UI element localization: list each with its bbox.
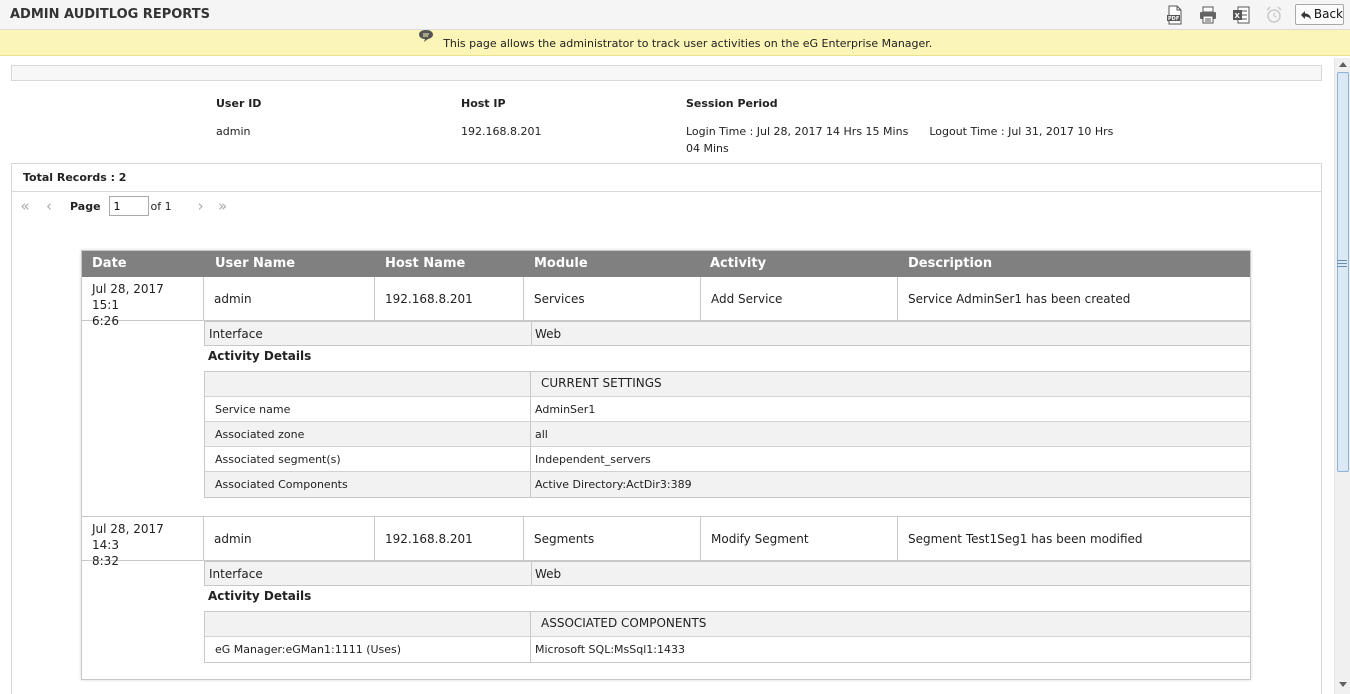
user-id-label: User ID	[216, 97, 262, 110]
svg-text:X: X	[1235, 12, 1241, 20]
table-row[interactable]: Jul 28, 2017 14:3 8:32 admin 192.168.8.20…	[82, 517, 1250, 568]
session-period-label: Session Period	[686, 97, 778, 110]
info-banner: This page allows the administrator to tr…	[0, 30, 1350, 56]
host-ip-column: Host IP 192.168.8.201	[461, 97, 541, 140]
audit-table: Date User Name Host Name Module Activity…	[81, 250, 1251, 680]
components-table: ASSOCIATED COMPONENTS eG Manager:eGMan1:…	[204, 611, 1250, 663]
row-user: admin	[204, 517, 375, 560]
row-activity: Modify Segment	[701, 517, 898, 560]
column-description: Description	[908, 256, 993, 271]
excel-icon[interactable]: X	[1231, 5, 1251, 25]
page-count: of 1	[150, 199, 172, 213]
components-header: ASSOCIATED COMPONENTS	[541, 616, 707, 630]
svg-text:PDF: PDF	[1168, 16, 1179, 22]
back-button-label: Back	[1313, 7, 1343, 21]
row-date: Jul 28, 2017 15:1 6:26	[82, 277, 204, 328]
activity-details-label: Activity Details	[208, 589, 312, 603]
next-page-icon[interactable]: ›	[194, 197, 208, 215]
row-module: Services	[524, 277, 701, 320]
pdf-icon[interactable]: PDF	[1165, 5, 1185, 25]
interface-row: Interface Web	[204, 321, 1250, 346]
interface-value: Web	[535, 567, 562, 581]
components-row: eG Manager:eGMan1:1111 (Uses) Microsoft …	[205, 637, 1250, 662]
row-user: admin	[204, 277, 375, 320]
column-user-name: User Name	[215, 256, 296, 271]
page-number-input[interactable]	[108, 196, 149, 216]
page-title: ADMIN AUDITLOG REPORTS	[10, 7, 210, 22]
settings-row: Associated zone all	[205, 422, 1250, 447]
row-activity: Add Service	[701, 277, 898, 320]
speech-bubble-icon	[418, 26, 434, 54]
pagination: « ‹ Page of 1 › »	[18, 195, 238, 217]
page-label: Page	[70, 199, 101, 213]
settings-header: CURRENT SETTINGS	[541, 376, 662, 390]
logout-time: Logout Time : Jul 31, 2017 10 Hrs	[929, 125, 1114, 138]
column-host-name: Host Name	[385, 256, 466, 271]
scroll-grip-icon	[1337, 260, 1347, 269]
settings-row: Associated segment(s) Independent_server…	[205, 447, 1250, 472]
user-id-column: User ID admin	[216, 97, 261, 140]
column-date: Date	[92, 256, 127, 271]
interface-row: Interface Web	[204, 561, 1250, 586]
column-module: Module	[534, 256, 588, 271]
host-ip-label: Host IP	[461, 97, 506, 110]
interface-label: Interface	[209, 567, 263, 581]
row-description: Service AdminSer1 has been created	[908, 291, 1131, 306]
last-page-icon[interactable]: »	[216, 197, 230, 215]
column-activity: Activity	[710, 256, 767, 271]
row-date: Jul 28, 2017 14:3 8:32	[82, 517, 204, 568]
filter-box	[11, 65, 1322, 81]
row-description: Segment Test1Seg1 has been modified	[908, 531, 1143, 546]
session-period-continued: 04 Mins	[686, 142, 729, 155]
first-page-icon[interactable]: «	[18, 197, 32, 215]
title-bar: ADMIN AUDITLOG REPORTS PDF X Back	[0, 0, 1350, 30]
scroll-up-arrow-icon[interactable]	[1339, 62, 1347, 67]
session-period-column: Session Period Login Time : Jul 28, 2017…	[686, 97, 1146, 157]
row-host: 192.168.8.201	[375, 517, 524, 560]
user-id-value: admin	[216, 125, 251, 138]
table-row[interactable]: Jul 28, 2017 15:1 6:26 admin 192.168.8.20…	[82, 277, 1250, 328]
table-header: Date User Name Host Name Module Activity…	[82, 251, 1250, 277]
host-ip-value: 192.168.8.201	[461, 125, 542, 138]
settings-row: Associated Components Active Directory:A…	[205, 472, 1250, 497]
activity-details-label: Activity Details	[208, 349, 312, 363]
row-module: Segments	[524, 517, 701, 560]
components-header-row: ASSOCIATED COMPONENTS	[205, 612, 1250, 637]
settings-table: CURRENT SETTINGS Service name AdminSer1 …	[204, 371, 1250, 498]
login-time: Login Time : Jul 28, 2017 14 Hrs 15 Mins	[686, 125, 909, 138]
scroll-thumb[interactable]	[1337, 72, 1349, 472]
prev-page-icon[interactable]: ‹	[42, 197, 56, 215]
banner-text: This page allows the administrator to tr…	[443, 37, 933, 50]
interface-value: Web	[535, 327, 562, 341]
interface-label: Interface	[209, 327, 263, 341]
row-host: 192.168.8.201	[375, 277, 524, 320]
settings-row: Service name AdminSer1	[205, 397, 1250, 422]
alarm-clock-icon	[1264, 5, 1284, 25]
back-button[interactable]: Back	[1295, 4, 1344, 25]
scroll-down-arrow-icon[interactable]	[1339, 682, 1347, 687]
settings-header-row: CURRENT SETTINGS	[205, 372, 1250, 397]
back-arrow-icon	[1300, 10, 1311, 20]
print-icon[interactable]	[1198, 5, 1218, 25]
vertical-scrollbar[interactable]	[1334, 58, 1350, 694]
total-records: Total Records : 2	[12, 164, 1321, 192]
